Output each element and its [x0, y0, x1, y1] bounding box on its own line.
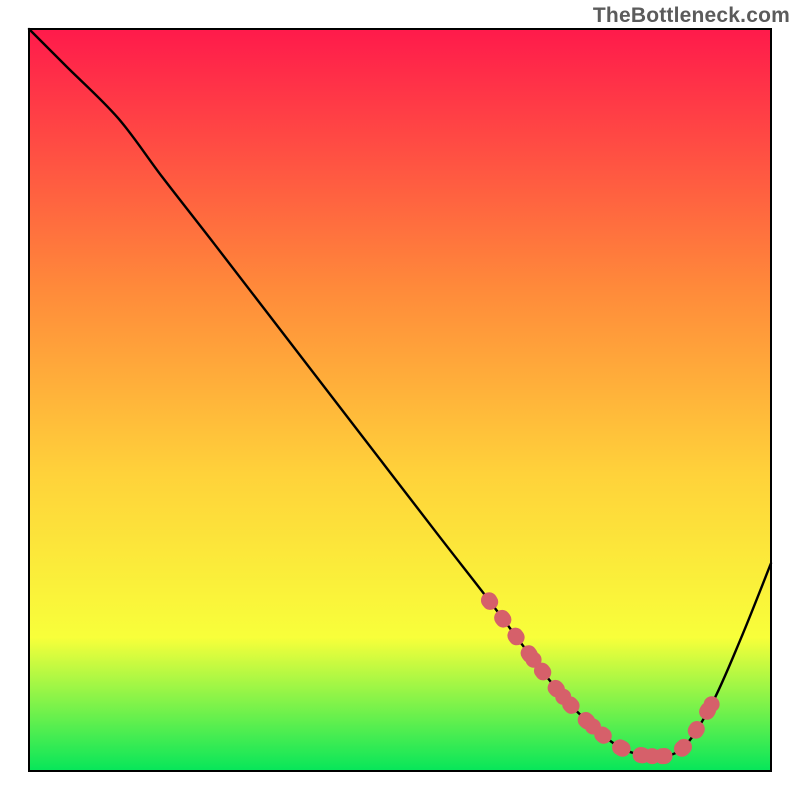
chart-svg — [0, 0, 800, 800]
highlight-marker — [585, 718, 601, 734]
highlight-marker — [555, 689, 571, 705]
highlight-marker — [526, 652, 542, 668]
highlight-marker — [615, 741, 631, 757]
highlight-marker — [481, 592, 497, 608]
highlight-marker — [704, 696, 720, 712]
watermark-text: TheBottleneck.com — [593, 4, 790, 28]
plot-background — [29, 29, 771, 771]
highlight-marker — [674, 741, 690, 757]
bottleneck-chart: TheBottleneck.com — [0, 0, 800, 800]
highlight-marker — [644, 748, 660, 764]
